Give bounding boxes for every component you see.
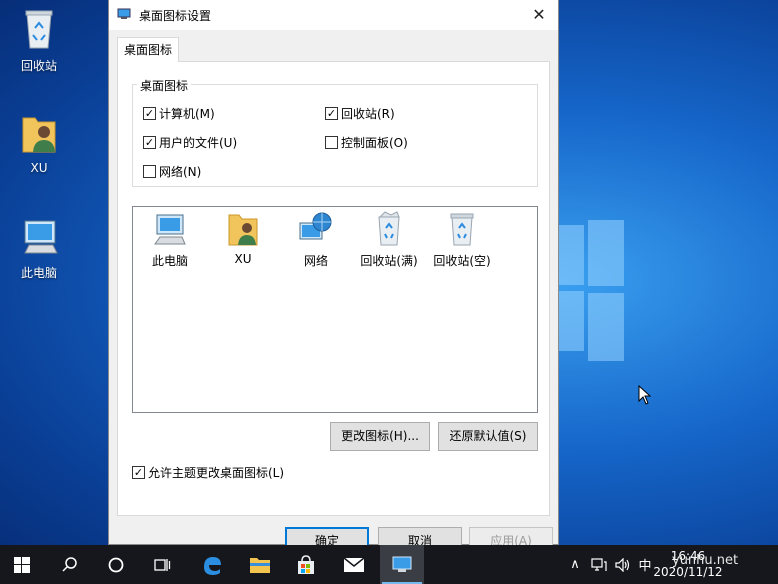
- list-item-recycle-bin-empty[interactable]: 回收站(空): [427, 211, 497, 269]
- store-bag-icon: [298, 554, 314, 574]
- start-button[interactable]: [0, 545, 44, 584]
- volume-tray-button[interactable]: [612, 545, 634, 584]
- recycle-bin-full-icon: [378, 211, 400, 246]
- user-folder-icon: [228, 214, 258, 246]
- computer-icon: [24, 220, 58, 254]
- desktop-icon-label: 回收站: [20, 59, 57, 73]
- checkbox-label: 网络(N): [159, 165, 202, 179]
- list-item-network[interactable]: 网络: [281, 211, 351, 269]
- mail-icon: [343, 556, 365, 572]
- file-explorer-icon: [250, 557, 270, 573]
- network-icon: [299, 212, 332, 240]
- checkbox-label: 计算机(M): [159, 107, 215, 121]
- show-hidden-icons-button[interactable]: ∧: [566, 545, 584, 584]
- cortana-button[interactable]: [94, 545, 138, 584]
- windows-logo-wallpaper: [548, 215, 628, 367]
- checkbox-network[interactable]: 网络(N): [143, 163, 201, 180]
- network-tray-button[interactable]: [588, 545, 610, 584]
- list-item-label: 回收站(满): [360, 254, 418, 268]
- dialog-titlebar[interactable]: 桌面图标设置 ✕: [109, 0, 558, 30]
- checkbox-box[interactable]: ✓: [143, 107, 156, 120]
- watermark: yunhu.net: [672, 553, 739, 568]
- tab-desktop-icons[interactable]: 桌面图标: [117, 37, 179, 62]
- close-icon: ✕: [532, 5, 546, 24]
- restore-default-button[interactable]: 还原默认值(S): [438, 422, 538, 451]
- checkbox-box[interactable]: ✓: [132, 466, 145, 479]
- desktop-icon-label: 此电脑: [20, 266, 57, 280]
- checkbox-box[interactable]: [143, 165, 156, 178]
- checkbox-label: 允许主题更改桌面图标(L): [148, 466, 285, 480]
- task-view-icon: [154, 558, 171, 571]
- checkbox-box[interactable]: [325, 136, 338, 149]
- list-item-user-folder[interactable]: XU: [208, 211, 278, 266]
- list-item-computer[interactable]: 此电脑: [135, 211, 205, 269]
- list-item-recycle-bin-full[interactable]: 回收站(满): [354, 211, 424, 269]
- monitor-settings-icon: [392, 556, 412, 572]
- mouse-cursor-icon: [638, 385, 652, 405]
- checkbox-box[interactable]: ✓: [143, 136, 156, 149]
- checkbox-recycle-bin[interactable]: ✓ 回收站(R): [325, 105, 395, 122]
- network-wired-icon: [591, 557, 607, 571]
- checkbox-computer[interactable]: ✓ 计算机(M): [143, 105, 215, 122]
- tab-panel: 桌面图标 ✓ 计算机(M) ✓ 回收站(R) ✓ 用户的文件(U) 控制面板(O…: [117, 61, 550, 516]
- checkbox-allow-themes[interactable]: ✓ 允许主题更改桌面图标(L): [132, 464, 284, 481]
- edge-browser-icon: [204, 556, 221, 575]
- taskbar-mail[interactable]: [332, 545, 376, 584]
- list-item-label: XU: [234, 252, 252, 266]
- desktop-icon-computer[interactable]: 此电脑: [9, 215, 69, 281]
- search-icon: [62, 556, 77, 572]
- task-view-button[interactable]: [140, 545, 184, 584]
- chevron-up-icon: ∧: [570, 557, 580, 572]
- dialog-title: 桌面图标设置: [139, 9, 212, 23]
- monitor-settings-icon: [117, 8, 131, 19]
- icon-list[interactable]: 此电脑 XU 网络 回收站(满) 回收站(空): [132, 206, 538, 413]
- volume-icon: [615, 557, 630, 572]
- user-folder-icon: [22, 117, 56, 153]
- desktop-icon-recycle-bin[interactable]: 回收站: [9, 8, 69, 74]
- checkbox-user-files[interactable]: ✓ 用户的文件(U): [143, 134, 237, 151]
- taskbar-edge[interactable]: [190, 545, 234, 584]
- search-button[interactable]: [48, 545, 92, 584]
- groupbox-label: 桌面图标: [137, 77, 192, 94]
- list-item-label: 网络: [303, 254, 328, 268]
- recycle-bin-icon: [25, 10, 53, 49]
- checkbox-label: 回收站(R): [341, 107, 395, 121]
- checkbox-box[interactable]: ✓: [325, 107, 338, 120]
- desktop-icon-label: XU: [30, 161, 48, 175]
- close-button[interactable]: ✕: [520, 0, 558, 30]
- checkbox-label: 用户的文件(U): [159, 136, 238, 150]
- taskbar-desktop-icon-settings[interactable]: [380, 545, 424, 584]
- recycle-bin-empty-icon: [450, 213, 474, 246]
- windows-start-icon: [14, 556, 30, 573]
- list-item-label: 此电脑: [151, 254, 188, 268]
- list-item-label: 回收站(空): [433, 254, 491, 268]
- change-icon-button[interactable]: 更改图标(H)...: [330, 422, 430, 451]
- desktop-icons-groupbox: 桌面图标 ✓ 计算机(M) ✓ 回收站(R) ✓ 用户的文件(U) 控制面板(O…: [132, 77, 538, 187]
- taskbar-file-explorer[interactable]: [238, 545, 282, 584]
- cortana-circle-icon: [108, 557, 124, 572]
- desktop-icon-user-folder[interactable]: XU: [9, 112, 69, 175]
- checkbox-label: 控制面板(O): [341, 136, 408, 150]
- desktop-icon-settings-dialog: 桌面图标设置 ✕ 桌面图标 桌面图标 ✓ 计算机(M) ✓ 回收站(R) ✓ 用…: [108, 0, 559, 556]
- taskbar: ∧ 中 16:46 2020/11/12: [0, 545, 778, 584]
- computer-icon: [154, 214, 186, 245]
- taskbar-store[interactable]: [284, 545, 328, 584]
- checkbox-control-panel[interactable]: 控制面板(O): [325, 134, 408, 151]
